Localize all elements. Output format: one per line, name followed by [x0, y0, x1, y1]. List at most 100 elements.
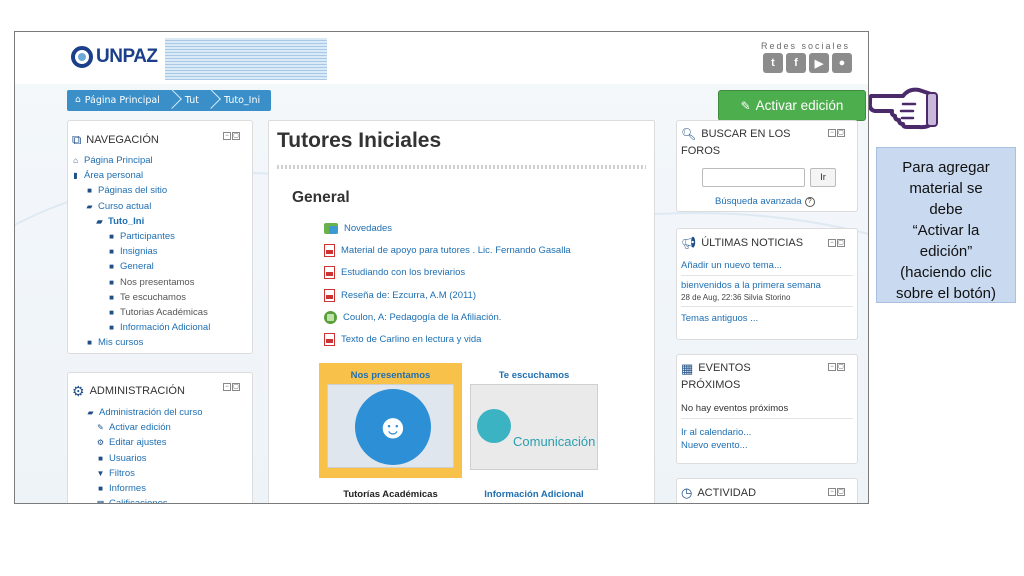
news-post-meta: 28 de Aug, 22:36 Silvia Storino	[681, 293, 791, 302]
tile-image	[470, 503, 598, 504]
block-controls[interactable]: − ▢	[223, 132, 240, 140]
nav-item[interactable]: ⌂ Página Principal	[71, 153, 252, 168]
anadir-tema-link[interactable]: Añadir un nuevo tema...	[681, 260, 782, 271]
block-controls[interactable]: − ▢	[828, 239, 845, 247]
admin-item[interactable]: ■ Informes	[86, 481, 252, 496]
tile-image: Comunicación	[470, 384, 598, 470]
folder-icon: ■	[109, 232, 114, 242]
admin-item[interactable]: ▦ Calificaciones	[86, 496, 252, 503]
busqueda-avanzada-link[interactable]: Búsqueda avanzada ?	[715, 196, 815, 207]
logo-text: UNPAZ	[96, 46, 158, 67]
activar-edicion-button[interactable]: ✎ Activar edición	[718, 90, 866, 121]
section-title: General	[292, 189, 350, 206]
tile-nos-presentamos[interactable]: Nos presentamos ☻	[319, 363, 462, 478]
moodle-icon[interactable]: ●	[832, 53, 852, 73]
nav-item[interactable]: ■ Nos presentamos	[71, 275, 252, 290]
actividad-block: ◷ ACTIVIDAD − ▢	[676, 478, 858, 503]
tile-tutorias-academicas[interactable]: Tutorías Académicas	[319, 489, 462, 504]
moodle-screenshot: UNPAZ Redes sociales t f ▶ ● ⌂ Página Pr…	[14, 31, 869, 504]
search-input[interactable]	[702, 168, 805, 187]
activity-list: Novedades Material de apoyo para tutores …	[324, 217, 571, 351]
social-links: t f ▶ ●	[763, 53, 852, 73]
main-content: Tutores Iniciales General Novedades Mater…	[268, 120, 655, 504]
block-controls[interactable]: − ▢	[223, 383, 240, 391]
activity-item[interactable]: Coulon, A: Pedagogía de la Afiliación.	[324, 306, 571, 328]
nav-item[interactable]: ■ Tutorias Académicas	[71, 305, 252, 320]
search-go-button[interactable]: Ir	[810, 168, 836, 187]
nav-item[interactable]: ■ Insignias	[71, 244, 252, 259]
activity-item[interactable]: Material de apoyo para tutores . Lic. Fe…	[324, 239, 571, 261]
folder-icon: ■	[109, 247, 114, 257]
nav-item[interactable]: ■ Mis cursos	[71, 335, 252, 350]
pencil-icon: ✎	[97, 423, 104, 433]
activity-item[interactable]: Texto de Carlino en lectura y vida	[324, 328, 571, 350]
eventos-header: ▦ EVENTOS PRÓXIMOS − ▢	[681, 361, 845, 391]
folder-icon: ■	[109, 277, 114, 287]
header-decoration	[165, 38, 327, 80]
nav-item[interactable]: ▰ Tuto_Ini	[71, 214, 252, 229]
pdf-icon	[324, 288, 335, 302]
nav-item[interactable]: ■ Páginas del sitio	[71, 183, 252, 198]
admin-item[interactable]: ▼ Filtros	[86, 466, 252, 481]
tile-informacion-adicional[interactable]: Información Adicional	[469, 489, 599, 504]
folder-icon: ■	[87, 338, 92, 348]
block-controls[interactable]: − ▢	[828, 129, 845, 137]
folder-open-icon: ▰	[96, 216, 103, 226]
folder-icon: ■	[109, 262, 114, 272]
news-post-title[interactable]: bienvenidos a la primera semana	[681, 280, 821, 291]
activity-item[interactable]: Novedades	[324, 217, 571, 239]
pointing-hand-icon	[869, 87, 938, 130]
page-title: Tutores Iniciales	[277, 129, 442, 152]
administracion-header: ⚙ ADMINISTRACIÓN − ▢	[72, 382, 240, 399]
admin-item[interactable]: ▰ Administración del curso	[86, 405, 252, 420]
gears-icon: ⚙	[72, 382, 85, 399]
nav-item[interactable]: ■ Te escuchamos	[71, 290, 252, 305]
navegacion-block: ⧉ NAVEGACIÓN − ▢ ⌂ Página Principal ▮ Área p…	[67, 120, 253, 354]
group-icon: ☻	[355, 389, 431, 465]
eventos-proximos-block: ▦ EVENTOS PRÓXIMOS − ▢ No hay eventos pró…	[676, 354, 858, 464]
activity-item[interactable]: Estudiando con los breviarios	[324, 262, 571, 284]
facebook-icon[interactable]: f	[786, 53, 806, 73]
admin-item[interactable]: ✎ Activar edición	[86, 420, 252, 435]
noticias-header: 📢︎ ÚLTIMAS NOTICIAS − ▢	[681, 236, 845, 250]
redes-sociales-label: Redes sociales	[760, 41, 850, 51]
folder-open-icon: ▰	[87, 408, 94, 418]
twitter-icon[interactable]: t	[763, 53, 783, 73]
breadcrumb-item-tuto-ini[interactable]: Tuto_Ini	[210, 90, 271, 111]
nav-item[interactable]: ▮ Área personal	[71, 168, 252, 183]
sitemap-icon: ⧉	[72, 132, 82, 147]
chat-bubble-icon	[477, 409, 511, 443]
pdf-icon	[324, 243, 335, 257]
breadcrumb-item-home[interactable]: ⌂ Página Principal	[67, 90, 171, 111]
book-icon	[324, 310, 337, 324]
tile-image-text: Comunicación	[513, 434, 596, 449]
navegacion-tree: ⌂ Página Principal ▮ Área personal ■ Páginas …	[71, 153, 252, 350]
temas-antiguos-link[interactable]: Temas antiguos ...	[681, 313, 758, 324]
pdf-icon	[324, 266, 335, 280]
nav-item[interactable]: ■ General	[71, 259, 252, 274]
home-icon: ⌂	[73, 156, 78, 166]
nav-item[interactable]: ■ Participantes	[71, 229, 252, 244]
folder-open-icon: ▰	[86, 201, 93, 211]
tile-te-escuchamos[interactable]: Te escuchamos Comunicación	[469, 370, 599, 472]
calendar-link[interactable]: Ir al calendario...	[681, 427, 751, 438]
block-controls[interactable]: − ▢	[828, 488, 845, 496]
admin-item[interactable]: ■ Usuarios	[86, 451, 252, 466]
tile-image	[327, 503, 454, 504]
block-controls[interactable]: − ▢	[828, 363, 845, 371]
folder-icon: ■	[109, 307, 114, 317]
new-event-link[interactable]: Nuevo evento...	[681, 440, 748, 451]
help-icon[interactable]: ?	[804, 196, 815, 207]
calendar-icon: ▦	[681, 361, 694, 376]
search-icon: 🔍︎	[681, 127, 697, 141]
folder-icon: ■	[109, 292, 114, 302]
activity-item[interactable]: Reseña de: Ezcurra, A.M (2011)	[324, 284, 571, 306]
youtube-icon[interactable]: ▶	[809, 53, 829, 73]
nav-item[interactable]: ▰ Curso actual	[71, 199, 252, 214]
instruction-callout: Para agregar material se debe “Activar l…	[876, 147, 1016, 303]
folder-icon: ■	[98, 453, 103, 463]
unpaz-logo[interactable]: UNPAZ	[71, 46, 158, 68]
admin-item[interactable]: ⚙ Editar ajustes	[86, 435, 252, 450]
nav-item[interactable]: ■ Información Adicional	[71, 320, 252, 335]
gears-icon: ⚙	[96, 438, 105, 448]
